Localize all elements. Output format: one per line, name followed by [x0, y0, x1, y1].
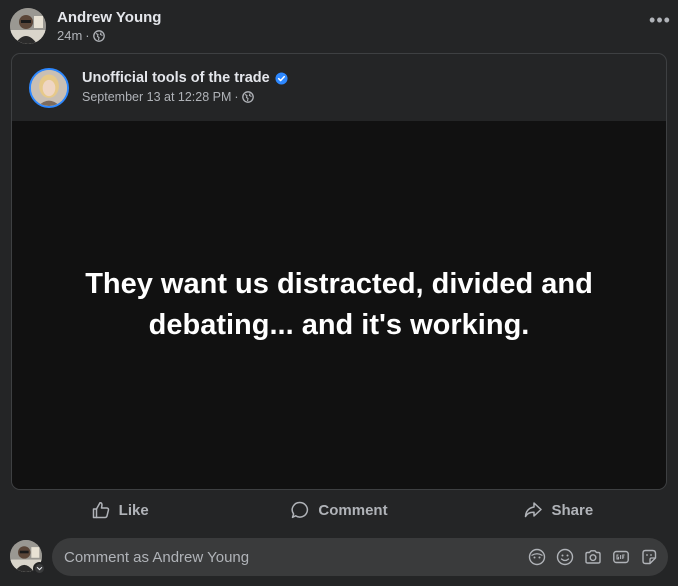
avatar-sticker-icon[interactable] — [528, 548, 546, 566]
post-header: Andrew Young 24m · — [10, 4, 668, 48]
sticker-icon[interactable] — [640, 548, 658, 566]
camera-icon[interactable] — [584, 548, 602, 566]
shared-post-card[interactable]: Unofficial tools of the trade September … — [11, 53, 667, 490]
emoji-icon[interactable] — [556, 548, 574, 566]
chevron-down-icon[interactable] — [33, 562, 46, 575]
composer-tools — [528, 548, 658, 566]
meta-separator: · — [85, 28, 90, 43]
gif-icon[interactable] — [612, 548, 630, 566]
comment-button[interactable]: Comment — [229, 492, 448, 528]
post-meta: 24m · — [57, 27, 161, 44]
verified-badge-icon — [275, 72, 288, 85]
author-avatar[interactable] — [10, 8, 46, 44]
globe-icon[interactable] — [241, 91, 254, 103]
comment-composer — [10, 538, 668, 576]
comment-box[interactable] — [52, 538, 668, 576]
share-arrow-icon — [525, 502, 543, 518]
quote-text: They want us distracted, divided and deb… — [85, 268, 593, 341]
shared-post-meta: September 13 at 12:28 PM · — [82, 88, 288, 106]
like-label: Like — [118, 501, 149, 519]
shared-post-header-text: Unofficial tools of the trade September … — [82, 69, 288, 106]
globe-icon[interactable] — [92, 29, 105, 42]
page-name-row: Unofficial tools of the trade — [82, 69, 288, 88]
post-header-text: Andrew Young 24m · — [57, 8, 161, 44]
composer-avatar-wrap[interactable] — [10, 540, 46, 575]
thumbs-up-icon — [92, 502, 109, 519]
meta-separator: · — [234, 90, 239, 104]
share-button[interactable]: Share — [449, 492, 668, 528]
share-label: Share — [551, 501, 594, 519]
post-actions: Like Comment Share — [10, 492, 668, 528]
comment-bubble-icon — [291, 501, 309, 519]
shared-post-header: Unofficial tools of the trade September … — [12, 54, 666, 121]
comment-label: Comment — [318, 501, 388, 519]
comment-input[interactable] — [64, 548, 528, 566]
shared-post-date[interactable]: September 13 at 12:28 PM — [82, 88, 231, 106]
feed-post: Andrew Young 24m · ••• Unofficial tools … — [0, 0, 678, 586]
post-media[interactable]: They want us distracted, divided and deb… — [12, 121, 666, 489]
page-avatar[interactable] — [29, 67, 69, 108]
author-name[interactable]: Andrew Young — [57, 8, 161, 27]
post-time[interactable]: 24m — [57, 27, 82, 44]
page-name[interactable]: Unofficial tools of the trade — [82, 69, 270, 88]
more-options-icon[interactable]: ••• — [648, 8, 672, 32]
like-button[interactable]: Like — [10, 492, 229, 528]
